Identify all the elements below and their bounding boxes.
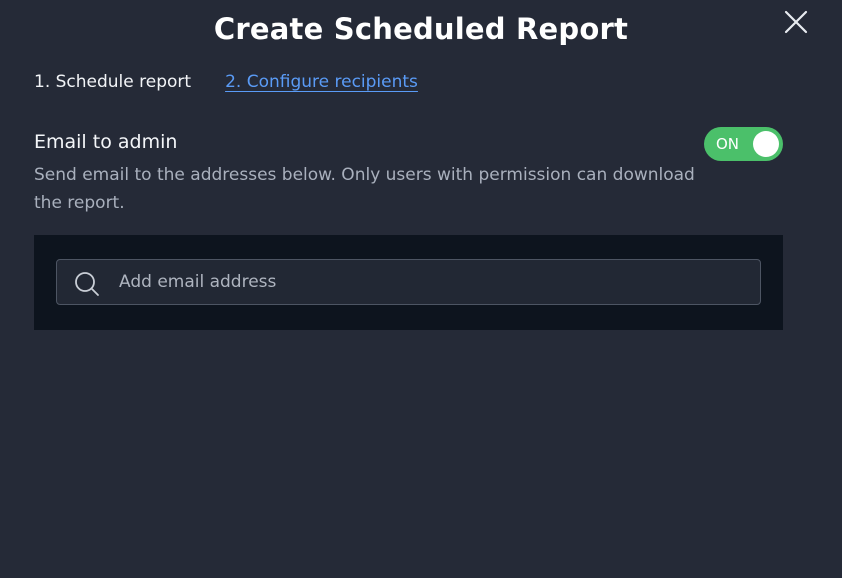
add-email-input[interactable] (119, 260, 739, 304)
step-navigation: 1. Schedule report 2. Configure recipien… (34, 72, 418, 92)
search-icon (75, 272, 99, 296)
step-schedule-report[interactable]: 1. Schedule report (34, 72, 191, 92)
email-to-admin-title: Email to admin (34, 131, 178, 153)
email-search-box[interactable] (56, 259, 761, 305)
close-button[interactable] (782, 8, 810, 36)
close-icon (784, 10, 808, 34)
step-configure-recipients-link[interactable]: 2. Configure recipients (225, 72, 418, 92)
email-to-admin-description: Send email to the addresses below. Only … (34, 165, 695, 213)
email-to-admin-toggle[interactable]: ON (704, 127, 783, 161)
recipients-panel (34, 235, 783, 330)
toggle-state-label: ON (716, 135, 740, 153)
create-scheduled-report-dialog: Create Scheduled Report 1. Schedule repo… (0, 0, 842, 578)
dialog-title: Create Scheduled Report (213, 12, 629, 46)
toggle-knob (753, 131, 779, 157)
